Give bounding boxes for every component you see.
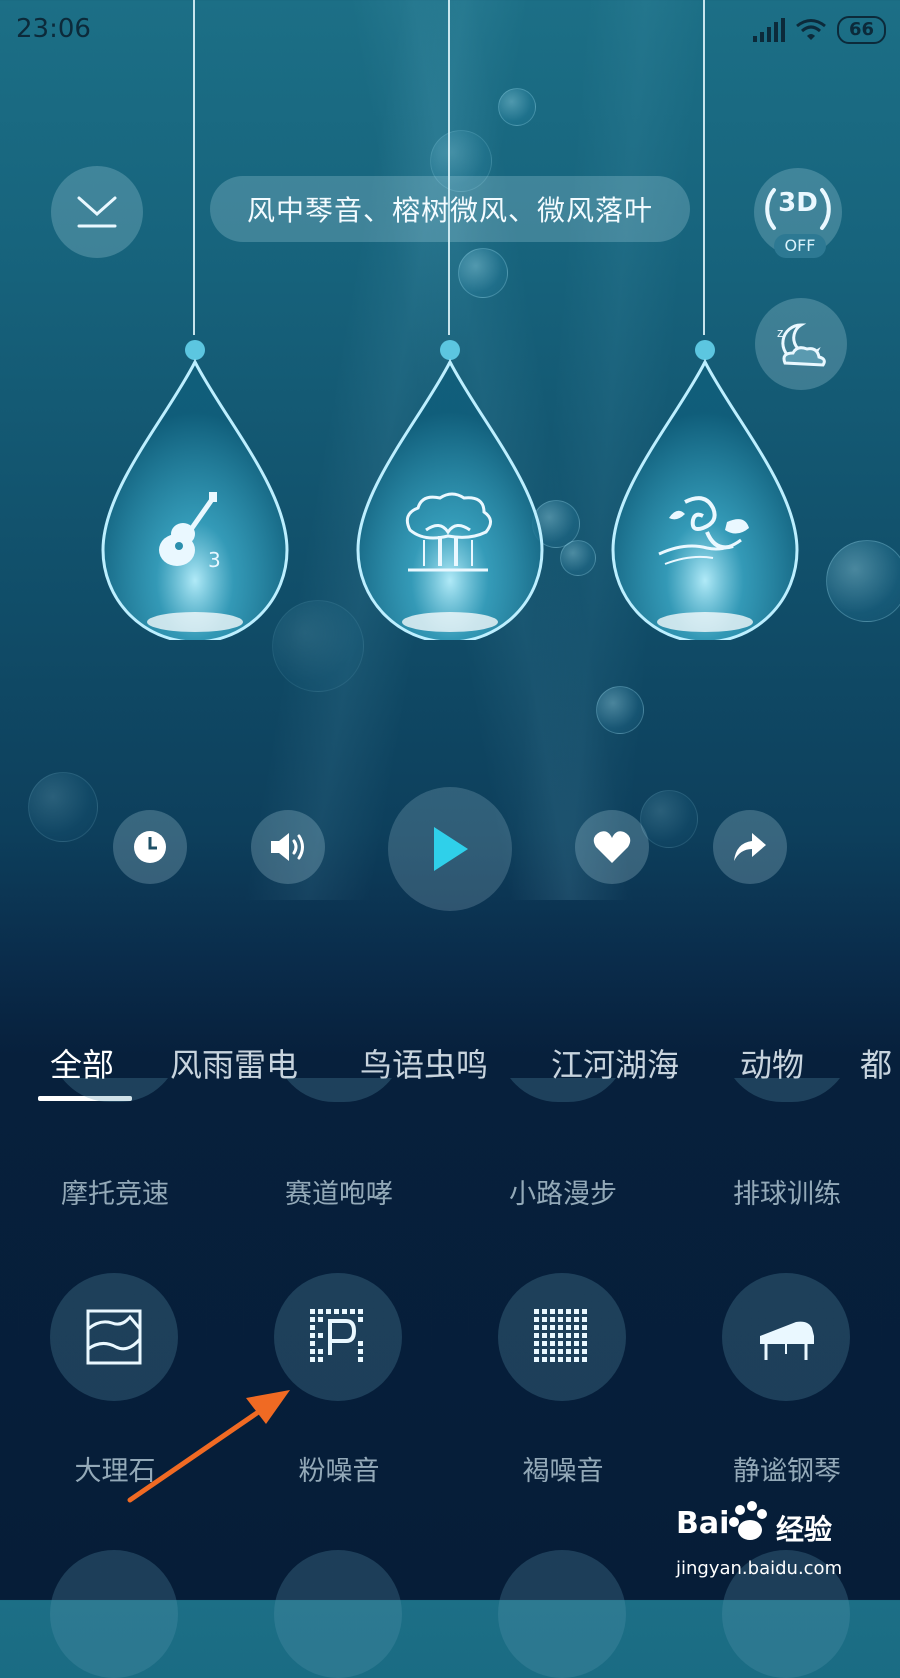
- sound-label: 赛道咆哮: [285, 1179, 393, 1210]
- sound-item-quiet-piano[interactable]: [722, 1273, 850, 1401]
- sound-label: 排球训练: [733, 1179, 841, 1210]
- drop-string: [703, 0, 705, 335]
- share-button[interactable]: [713, 810, 787, 884]
- timer-icon: [134, 831, 166, 863]
- watermark-brand: Bai: [676, 1506, 730, 1541]
- marble-icon: [86, 1309, 142, 1365]
- bubble: [28, 772, 98, 842]
- drop-string: [193, 0, 195, 335]
- tab-weather[interactable]: 风雨雷电: [170, 1040, 298, 1086]
- tab-city-partial[interactable]: 都: [860, 1040, 892, 1086]
- banyan-tree-icon: [405, 492, 492, 572]
- now-playing-title[interactable]: 风中琴音、榕树微风、微风落叶: [210, 176, 690, 242]
- favorite-icon: [593, 831, 631, 863]
- guitar-count: 3: [208, 548, 221, 572]
- volume-button[interactable]: [251, 810, 325, 884]
- play-button[interactable]: [388, 787, 512, 911]
- sound-label: 摩托竞速: [61, 1179, 169, 1210]
- bubble: [596, 686, 644, 734]
- svg-text:z: z: [777, 326, 783, 340]
- sound-item-partial[interactable]: [498, 1550, 626, 1678]
- wind-leaf-icon: [658, 496, 749, 565]
- sound-item-brown-noise[interactable]: [498, 1273, 626, 1401]
- share-icon: [734, 833, 766, 861]
- wifi-icon: [796, 19, 826, 40]
- sound-label: 静谧钢琴: [733, 1456, 841, 1487]
- 3d-label: 3D: [778, 188, 818, 218]
- piano-icon: [760, 1321, 814, 1360]
- collapse-button[interactable]: [51, 166, 143, 258]
- annotation-arrow-icon: [127, 1390, 290, 1503]
- sound-label: 褐噪音: [522, 1456, 604, 1487]
- bubble: [560, 540, 596, 576]
- paw-icon: [729, 1501, 767, 1540]
- sound-item-partial[interactable]: [50, 1550, 178, 1678]
- timer-button[interactable]: [113, 810, 187, 884]
- bubble: [498, 88, 536, 126]
- favorite-button[interactable]: [575, 810, 649, 884]
- sound-drop-wind-leaf[interactable]: [605, 340, 805, 640]
- pink-noise-icon: [310, 1309, 363, 1362]
- bubble: [458, 248, 508, 298]
- status-icons: 66: [752, 14, 886, 46]
- baidu-watermark: Bai 经验 jingyan.baidu.com: [676, 1500, 856, 1590]
- play-icon: [434, 827, 468, 871]
- 3d-state-badge: OFF: [774, 234, 826, 258]
- status-time: 23:06: [16, 14, 91, 44]
- watermark-brand-suffix: 经验: [776, 1513, 833, 1546]
- sound-item-partial[interactable]: [274, 1550, 402, 1678]
- bubble: [826, 540, 900, 622]
- volume-icon: [271, 833, 304, 861]
- sound-drop-guitar[interactable]: [95, 340, 295, 640]
- sound-label: 小路漫步: [509, 1179, 617, 1210]
- brown-noise-icon: [534, 1309, 590, 1365]
- 3d-toggle-button[interactable]: 3D OFF: [754, 168, 842, 258]
- signal-icon: [752, 18, 785, 42]
- drop-string: [448, 0, 450, 335]
- download-arrow-icon: [77, 196, 117, 228]
- bubble: [640, 790, 698, 848]
- battery-icon: 66: [836, 16, 886, 44]
- watermark-url: jingyan.baidu.com: [676, 1558, 843, 1579]
